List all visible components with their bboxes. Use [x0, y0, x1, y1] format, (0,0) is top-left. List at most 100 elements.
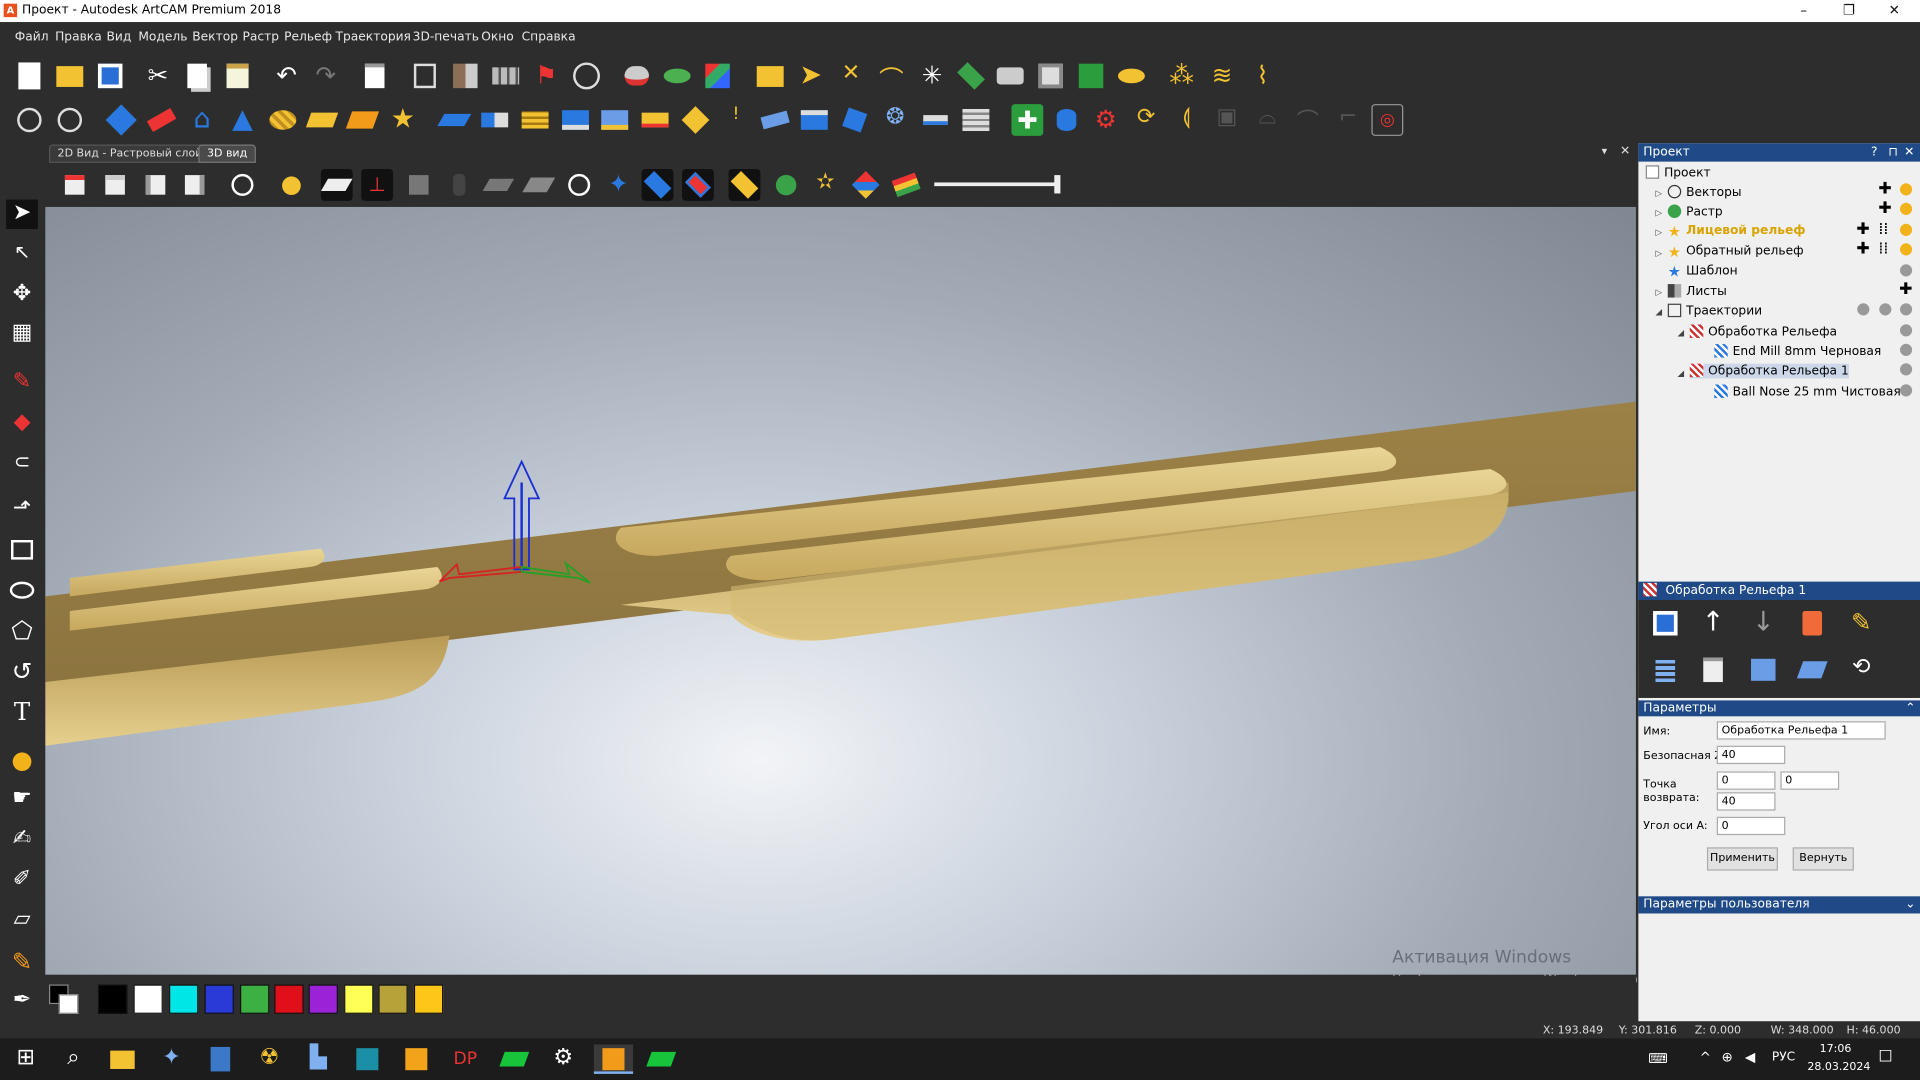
lasso-icon[interactable]: ⊂	[6, 449, 38, 478]
grid-transform-icon[interactable]: ▦	[6, 320, 38, 349]
star-zoom-icon[interactable]: ✫	[809, 169, 841, 201]
tree-item-back-relief[interactable]: ★ Обратный рельеф	[1668, 245, 1804, 260]
notes-icon[interactable]	[359, 60, 391, 92]
move-down-icon[interactable]: ↓	[1747, 607, 1779, 639]
yellow-slab-icon[interactable]	[305, 104, 339, 136]
grid-icon[interactable]: ⁞⁞	[1878, 220, 1888, 238]
tree-item-end-mill[interactable]: End Mill 8mm Черновая	[1714, 344, 1881, 359]
drop-icon[interactable]: ●	[6, 744, 38, 773]
transform-icon[interactable]: ✥	[6, 280, 38, 309]
view-iso-icon[interactable]	[59, 169, 91, 201]
gear-red-icon[interactable]: ⚙	[1090, 104, 1122, 136]
target-icon[interactable]: ◎	[1371, 104, 1404, 136]
red-pen-icon[interactable]: ✎	[6, 369, 38, 398]
home-y-input[interactable]	[1780, 771, 1840, 790]
expand-arrow-icon[interactable]: ▷	[1656, 208, 1663, 218]
disabled-curve-icon[interactable]: ⌒	[1292, 104, 1324, 136]
transform-toolpath-icon[interactable]: ⟲	[1845, 654, 1877, 686]
undo-icon[interactable]: ↶	[271, 60, 303, 92]
rectangle-tool-icon[interactable]	[6, 535, 38, 564]
add-green-icon[interactable]: ✚	[1011, 104, 1044, 136]
visibility-bulb-icon[interactable]: ●	[1899, 200, 1913, 218]
menu-3d-print[interactable]: 3D-печать	[413, 31, 479, 44]
zoom-slider-handle[interactable]	[1054, 175, 1061, 194]
arc-tool-icon[interactable]: ↺	[6, 656, 38, 685]
color-stack-icon[interactable]	[890, 169, 922, 201]
spring-icon[interactable]: ❂	[879, 104, 911, 136]
tab-2d-view[interactable]: 2D Вид - Растровый слой	[48, 144, 211, 163]
palette-swatch-black[interactable]	[97, 984, 128, 1014]
paint-brush-icon[interactable]: ✎	[6, 947, 38, 976]
collapse-arrow-icon[interactable]: ◢	[1656, 307, 1663, 317]
disabled-corner-icon[interactable]: ⌐	[1332, 104, 1364, 136]
palette-swatch-green[interactable]	[240, 984, 270, 1014]
red-eraser-icon[interactable]	[146, 104, 178, 136]
home-z-input[interactable]	[1716, 792, 1776, 811]
curve-icon[interactable]: ⌒	[876, 60, 908, 94]
simulate-icon[interactable]	[1747, 654, 1779, 686]
tab-3d-view[interactable]: 3D вид	[198, 144, 256, 163]
tray-caret[interactable]: ^	[1700, 1049, 1711, 1065]
artcam-taskbar-icon[interactable]	[593, 1044, 634, 1074]
open-folder-icon[interactable]	[54, 60, 86, 92]
puzzle-icon[interactable]	[403, 169, 435, 201]
blue-house-icon[interactable]: ⌂	[186, 104, 218, 136]
expand-arrow-icon[interactable]: ▷	[1656, 249, 1663, 259]
blue-cube-icon[interactable]	[839, 104, 871, 136]
tree-item-front-relief[interactable]: ★ Лицевой рельеф	[1668, 224, 1806, 239]
visibility-bulb-icon[interactable]: ●	[1899, 360, 1913, 378]
disabled-box-icon[interactable]: ▣	[1211, 104, 1243, 136]
3ds-max-icon[interactable]	[351, 1044, 383, 1073]
collapse-icon[interactable]: ⌃	[1905, 700, 1915, 716]
blue-tilt-icon[interactable]	[759, 104, 791, 136]
nodes-icon[interactable]: ⁂	[1166, 60, 1198, 92]
tree-item-project[interactable]: Проект	[1645, 165, 1711, 180]
calculator-icon[interactable]	[1649, 654, 1681, 686]
palette-swatch-blue[interactable]	[204, 984, 234, 1014]
small-plane-icon[interactable]	[920, 104, 952, 136]
menu-file[interactable]: Файл	[15, 31, 49, 44]
menu-help[interactable]: Справка	[522, 31, 576, 44]
zoom-icon[interactable]	[227, 169, 259, 201]
tabs-dropdown-icon[interactable]: ▾	[1602, 146, 1608, 158]
visibility-bulb-icon[interactable]: ●	[1899, 261, 1913, 279]
name-input[interactable]	[1716, 721, 1886, 740]
polyline-tool-icon[interactable]: ⬏	[6, 495, 38, 524]
visibility-bulb-icon[interactable]: ●	[1899, 300, 1913, 318]
tree-item-sheets[interactable]: Листы	[1667, 284, 1727, 299]
search-icon[interactable]: ⌕	[58, 1044, 90, 1073]
add-icon[interactable]: ✚	[1856, 220, 1869, 238]
expand-icon[interactable]: ⌄	[1905, 896, 1915, 913]
flag-icon[interactable]: ⚑	[530, 60, 562, 92]
blue-stack-icon[interactable]	[599, 104, 631, 136]
wave-icon[interactable]: ≋	[1206, 60, 1238, 92]
3d-viewport[interactable]: Активация Windows	[45, 206, 1636, 975]
green-sheet-icon[interactable]	[1075, 60, 1107, 92]
brush-icon[interactable]: ✐	[6, 866, 38, 895]
file-explorer-icon[interactable]	[107, 1044, 139, 1073]
collapse-arrow-icon[interactable]: ◢	[1678, 328, 1685, 338]
zoom-slider-track[interactable]	[934, 182, 1057, 187]
smudge-icon[interactable]: ☛	[6, 785, 38, 814]
merge-layers-icon[interactable]	[702, 60, 734, 92]
blue-double-icon[interactable]	[798, 104, 830, 136]
params-section-header[interactable]: Параметры ⌃	[1638, 700, 1920, 717]
green-circle-icon[interactable]: ●	[770, 169, 802, 201]
apply-button[interactable]: Применить	[1706, 847, 1778, 871]
help-button[interactable]: ?	[1871, 143, 1878, 161]
tree-item-toolpaths[interactable]: Траектории	[1667, 303, 1762, 318]
edit-pencil-icon[interactable]: ✎	[1845, 607, 1877, 639]
scan-icon[interactable]	[571, 60, 603, 92]
new-file-icon[interactable]	[13, 60, 45, 92]
add-icon[interactable]: ✚	[1899, 280, 1912, 298]
axis-angle-input[interactable]	[1716, 816, 1786, 836]
visibility-bulb-icon[interactable]: ●	[1856, 300, 1870, 318]
pin-button[interactable]: ⊓	[1888, 143, 1898, 161]
view-side-icon[interactable]	[179, 169, 211, 201]
palette-swatch-red[interactable]	[274, 984, 304, 1014]
yellow-relief-icon[interactable]	[1116, 60, 1148, 92]
yellow-red-icon[interactable]	[639, 104, 671, 136]
light-bulb-icon[interactable]: ●	[276, 169, 308, 201]
measure-icon[interactable]	[54, 104, 86, 136]
visibility-bulb-icon[interactable]: ●	[1899, 321, 1913, 339]
